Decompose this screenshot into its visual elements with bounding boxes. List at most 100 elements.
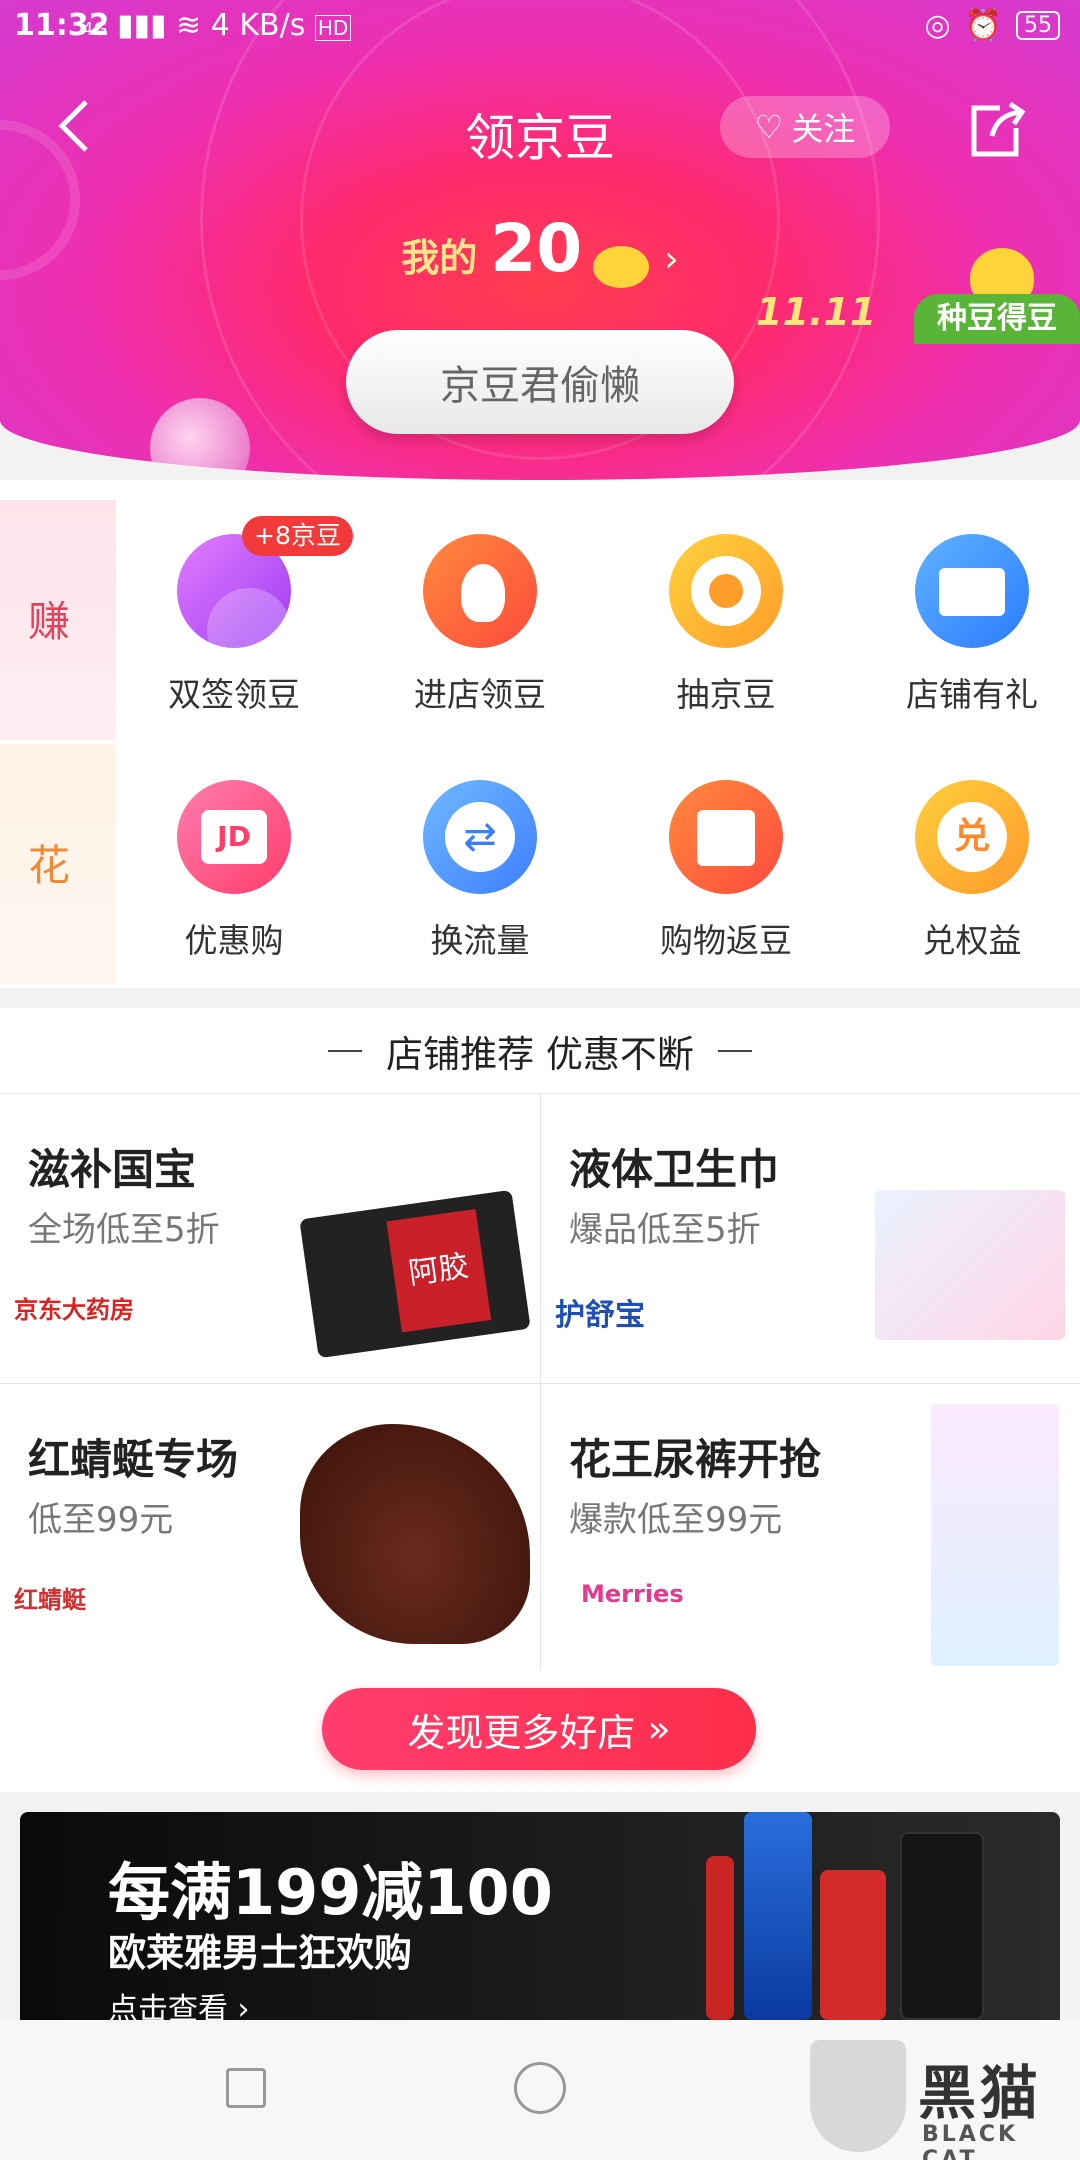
spend-item-discount[interactable]: JD 优惠购 — [134, 780, 334, 962]
recommend-heading: 店铺推荐 优惠不断 — [386, 1032, 694, 1076]
product-image — [300, 1424, 530, 1644]
earn-item-double-sign[interactable]: 双签领豆 — [134, 534, 334, 716]
earn-item-label: 进店领豆 — [414, 675, 546, 714]
follow-label: 关注 — [791, 110, 856, 148]
spend-item-redeem[interactable]: 兑 兑权益 — [872, 780, 1072, 962]
lottery-wheel-icon — [669, 534, 783, 648]
plant-beans-entry[interactable]: 种豆得豆 — [914, 248, 1080, 344]
shop-title: 滋补国宝 — [28, 1145, 197, 1194]
chevron-right-icon: › — [664, 239, 679, 280]
earn-section-label: 赚 — [0, 500, 116, 740]
my-beans-label: 我的 — [401, 236, 478, 280]
cat-shield-icon — [810, 2040, 906, 2152]
spend-section-label: 花 — [0, 744, 116, 984]
signal-icon: ▮▮▮ — [116, 8, 167, 43]
shop-brand-logo: Merries — [581, 1580, 684, 1608]
ad-subline: 欧莱雅男士狂欢购 — [108, 1931, 413, 1975]
double-chevron-right-icon: » — [647, 1707, 671, 1751]
battery-indicator: 55 — [1016, 11, 1060, 40]
earn-item-shop-gift[interactable]: 店铺有礼 — [872, 534, 1072, 716]
ad-cta-label: 点击查看 — [108, 1992, 228, 2020]
product-image — [931, 1404, 1059, 1666]
shop-subtitle: 低至99元 — [28, 1500, 174, 1540]
jd-cart-icon: JD — [177, 780, 291, 894]
bean-icon — [593, 245, 650, 288]
status-right: ◎ ⏰ 55 — [924, 8, 1060, 43]
bean-shop-icon — [423, 534, 537, 648]
ad-headline: 每满199减100 — [108, 1856, 553, 1929]
earn-item-lottery[interactable]: 抽京豆 — [626, 534, 826, 716]
more-shops-button[interactable]: 发现更多好店 » — [322, 1688, 756, 1770]
home-icon[interactable] — [514, 2062, 566, 2114]
shop-subtitle: 爆品低至5折 — [569, 1210, 761, 1250]
lock-icon: ◎ — [924, 8, 951, 43]
exchange-icon: ⇄ — [423, 780, 537, 894]
spend-item-label: 兑权益 — [922, 921, 1022, 960]
watermark-en: BLACK CAT — [922, 2122, 1019, 2160]
alarm-icon: ⏰ — [964, 8, 1002, 43]
product-image: 阿胶 — [299, 1189, 531, 1359]
spend-label: 花 — [28, 841, 71, 890]
shop-title: 液体卫生巾 — [569, 1145, 780, 1194]
shop-card-merries[interactable]: 花王尿裤开抢 爆款低至99元 Merries — [540, 1384, 1080, 1674]
shop-card-shoes[interactable]: 红蜻蜓专场 低至99元 红蜻蜓 — [0, 1384, 540, 1674]
earn-label: 赚 — [28, 597, 71, 646]
ad-cta: 点击查看 › — [108, 1984, 250, 2020]
earn-item-label: 双签领豆 — [168, 675, 300, 714]
watermark: 黑猫 BLACK CAT — [810, 2040, 1080, 2160]
header-banner: 11:32 4G ▮▮▮ ≋ 4 KB/s HD ◎ ⏰ 55 领京豆 ♡ 关注 — [0, 0, 1080, 480]
redeem-icon-text: 兑 — [937, 802, 1007, 872]
hd-label: HD — [314, 15, 352, 41]
my-beans-count: 20 — [490, 210, 583, 287]
share-icon[interactable] — [962, 98, 1028, 164]
spend-item-cashback[interactable]: 购物返豆 — [626, 780, 826, 962]
earn-item-label: 抽京豆 — [676, 675, 776, 714]
spend-item-data[interactable]: ⇄ 换流量 — [380, 780, 580, 962]
promo-ad-banner[interactable]: 每满199减100 欧莱雅男士狂欢购 点击查看 › — [20, 1812, 1060, 2020]
page-title: 领京豆 — [465, 109, 615, 167]
shop-brand-logo: 红蜻蜓 — [14, 1586, 86, 1614]
double-eleven-tag: 11.11 — [756, 290, 877, 334]
product-image — [875, 1190, 1065, 1340]
lazy-button[interactable]: 京豆君偷懒 — [346, 330, 734, 434]
jd-icon-text: JD — [201, 810, 267, 864]
plant-beans-label: 种豆得豆 — [914, 294, 1080, 344]
shop-card-pharmacy[interactable]: 滋补国宝 全场低至5折 京东大药房 阿胶 — [0, 1094, 540, 1384]
recommend-header: 店铺推荐 优惠不断 — [0, 1008, 1080, 1094]
product-bottle — [744, 1812, 812, 2020]
page: 11:32 4G ▮▮▮ ≋ 4 KB/s HD ◎ ⏰ 55 领京豆 ♡ 关注 — [0, 0, 1080, 2160]
storefront-icon — [915, 534, 1029, 648]
earn-item-visit-shop[interactable]: 进店领豆 — [380, 534, 580, 716]
follow-button[interactable]: ♡ 关注 — [720, 96, 890, 158]
shop-title: 花王尿裤开抢 — [569, 1435, 822, 1484]
chevron-circle-icon: › — [237, 1992, 250, 2020]
more-shops-label: 发现更多好店 — [407, 1710, 636, 1755]
product-bottle — [820, 1870, 886, 2020]
spend-item-label: 换流量 — [430, 921, 530, 960]
decor-ball — [150, 398, 250, 480]
spend-item-label: 购物返豆 — [660, 921, 792, 960]
heart-plus-icon: ♡ — [754, 108, 784, 146]
spend-item-label: 优惠购 — [184, 921, 284, 960]
earn-item-label: 店铺有礼 — [906, 675, 1038, 714]
watermark-cn: 黑猫 — [918, 2059, 1043, 2127]
shop-brand-logo: 护舒宝 — [555, 1298, 645, 1333]
recents-icon[interactable] — [226, 2068, 266, 2108]
gift-box-icon — [669, 780, 783, 894]
shop-card-whisper[interactable]: 液体卫生巾 爆品低至5折 护舒宝 — [540, 1094, 1080, 1384]
shop-subtitle: 全场低至5折 — [28, 1210, 220, 1250]
product-bottle — [900, 1832, 984, 2020]
status-bar: 11:32 4G ▮▮▮ ≋ 4 KB/s HD ◎ ⏰ 55 — [0, 0, 1080, 52]
wifi-icon: ≋ — [176, 8, 202, 43]
divider-left — [328, 1049, 363, 1052]
product-bottle — [706, 1856, 734, 2020]
network-label: 4G — [82, 19, 108, 40]
shop-title: 红蜻蜓专场 — [28, 1435, 239, 1484]
shop-brand-logo: 京东大药房 — [14, 1296, 134, 1324]
bonus-badge: +8京豆 — [242, 516, 353, 556]
product-label: 阿胶 — [386, 1208, 492, 1333]
divider-right — [717, 1049, 752, 1052]
shop-subtitle: 爆款低至99元 — [569, 1500, 783, 1540]
status-network: 4G ▮▮▮ ≋ 4 KB/s HD — [82, 8, 352, 43]
net-speed: 4 KB/s — [210, 8, 306, 43]
